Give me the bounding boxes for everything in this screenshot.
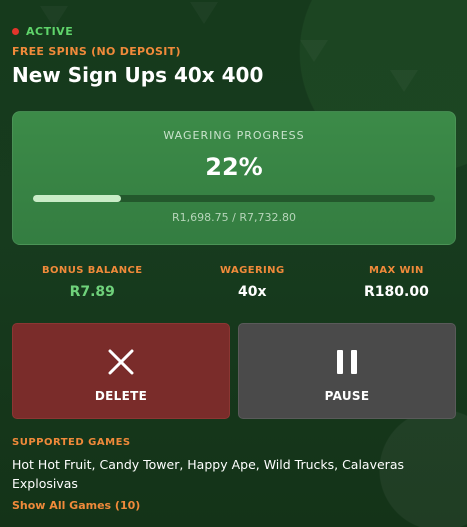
wagering-progress-amount: R1,698.75 / R7,732.80 [172,211,296,224]
wagering-progress-card: WAGERING PROGRESS 22% R1,698.75 / R7,732… [12,111,456,245]
wagering-progress-bar [33,195,435,202]
delete-button[interactable]: DELETE [12,323,230,419]
pause-button[interactable]: PAUSE [238,323,456,419]
bonus-detail-panel: ACTIVE FREE SPINS (NO DEPOSIT) New Sign … [0,0,467,527]
stat-value: R180.00 [364,284,429,300]
stat-label: WAGERING [220,265,285,276]
status-dot-icon [12,28,19,35]
stat-value: 40x [238,284,267,300]
bonus-stats: BONUS BALANCE R7.89 WAGERING 40x MAX WIN… [12,265,456,305]
status-badge: ACTIVE [12,25,73,38]
wagering-progress-fill [33,195,122,202]
close-icon [108,349,134,375]
stat-bonus-balance: BONUS BALANCE R7.89 [42,265,143,300]
promo-title: New Sign Ups 40x 400 [12,63,264,87]
stat-label: BONUS BALANCE [42,265,143,276]
supported-games-list: Hot Hot Fruit, Candy Tower, Happy Ape, W… [12,457,404,491]
wagering-progress-label: WAGERING PROGRESS [163,129,305,142]
stat-label: MAX WIN [369,265,424,276]
stat-value: R7.89 [69,284,115,300]
stat-max-win: MAX WIN R180.00 [364,265,429,300]
pause-button-label: PAUSE [324,389,370,403]
delete-button-label: DELETE [94,389,148,403]
pause-icon [337,350,357,374]
wagering-progress-percent: 22% [205,153,263,181]
promo-category: FREE SPINS (NO DEPOSIT) [12,45,181,58]
stat-wagering: WAGERING 40x [220,265,285,300]
supported-games-label: SUPPORTED GAMES [12,437,131,448]
status-label: ACTIVE [26,25,74,38]
show-all-games-link[interactable]: Show All Games (10) [12,499,140,512]
